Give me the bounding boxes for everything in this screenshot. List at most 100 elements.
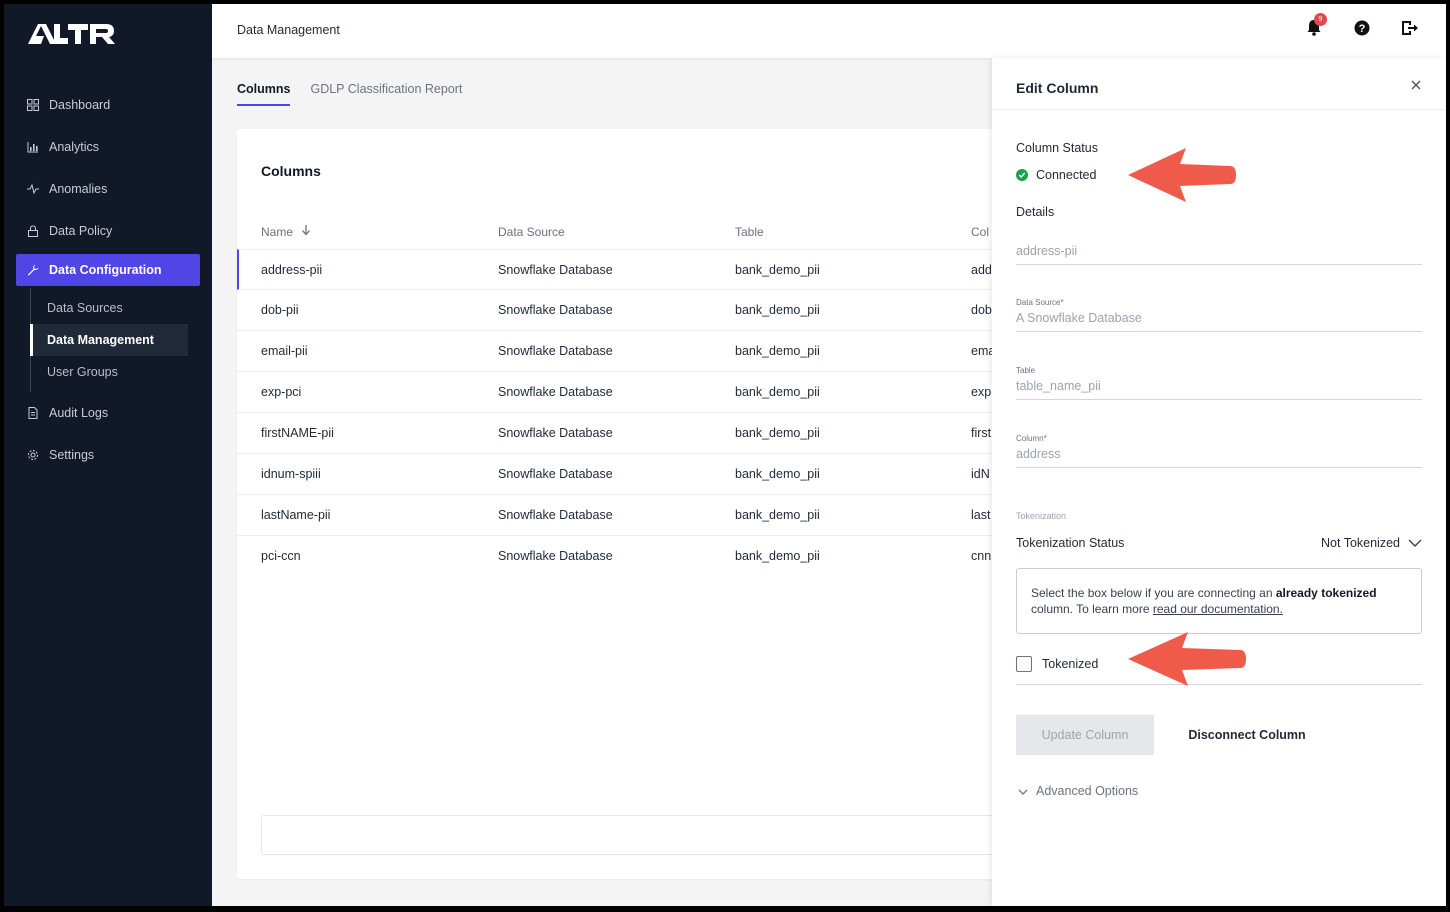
sidebar-item-label: Data Configuration [49,263,162,277]
cell-data-source: Snowflake Database [498,344,613,358]
cell-name: idnum-spiii [261,467,321,481]
cell-table: bank_demo_pii [735,508,820,522]
table-row[interactable]: address-pii Snowflake Database bank_demo… [237,249,1057,290]
documentation-link[interactable]: read our documentation. [1153,602,1283,616]
advanced-options-label: Advanced Options [1036,784,1139,798]
cell-table: bank_demo_pii [735,549,820,563]
sidebar-item-dashboard[interactable]: Dashboard [4,84,212,126]
sidebar-item-label: Analytics [49,140,100,154]
table-row[interactable]: email-pii Snowflake Database bank_demo_p… [237,331,1057,372]
column-header-table[interactable]: Table [735,225,764,239]
gear-icon [26,448,40,462]
close-icon [1411,77,1421,95]
cell-data-source: Snowflake Database [498,385,613,399]
cell-table: bank_demo_pii [735,385,820,399]
disconnect-column-button[interactable]: Disconnect Column [1172,715,1322,755]
cell-data-source: Snowflake Database [498,508,613,522]
table-row[interactable]: lastName-pii Snowflake Database bank_dem… [237,495,1057,536]
page-title: Data Management [237,23,340,37]
table-input[interactable] [1016,376,1422,399]
sidebar-item-data-policy[interactable]: Data Policy [4,210,212,252]
sidebar-item-analytics[interactable]: Analytics [4,126,212,168]
column-header-name[interactable]: Name [261,225,311,239]
logout-icon [1401,20,1419,41]
column-field[interactable]: Column* [1016,434,1422,468]
sidebar-subitem-data-sources[interactable]: Data Sources [31,292,189,324]
cell-name: exp-pci [261,385,302,399]
table-row[interactable]: firstNAME-pii Snowflake Database bank_de… [237,413,1057,454]
help-button[interactable]: ? [1352,20,1372,40]
cell-name: address-pii [261,263,323,277]
column-input[interactable] [1016,444,1422,467]
tab-gdlp-classification-report[interactable]: GDLP Classification Report [310,82,462,106]
tokenization-status-row: Tokenization Status Not Tokenized [1016,536,1422,550]
cell-data-source: Snowflake Database [498,467,613,481]
tokenized-checkbox[interactable] [1016,656,1032,672]
column-header-column[interactable]: Col [971,225,989,239]
sidebar-item-label: Audit Logs [49,406,109,420]
tokenized-label: Tokenized [1042,657,1099,671]
cell-table: bank_demo_pii [735,426,820,440]
tokenization-status-dropdown[interactable]: Not Tokenized [1321,536,1422,550]
sidebar-subitem-data-management[interactable]: Data Management [30,324,188,356]
lock-icon [26,224,40,238]
info-text: column. To learn more [1031,602,1153,616]
grid-icon [26,98,40,112]
sidebar-item-label: Data Policy [49,224,113,238]
cell-name: dob-pii [261,303,299,317]
sidebar-item-anomalies[interactable]: Anomalies [4,168,212,210]
sidebar-item-data-configuration[interactable]: Data Configuration [16,254,200,286]
altr-logo[interactable] [28,22,116,48]
sidebar-nav: Dashboard Analytics Anomalies Data Polic… [4,84,212,476]
info-emphasis: already tokenized [1275,586,1377,600]
help-icon: ? [1354,20,1370,41]
cell-column: last [971,508,991,522]
cell-column: idN [971,467,990,481]
logout-button[interactable] [1400,20,1420,40]
sidebar-submenu: Data Sources Data Management User Groups [30,288,212,392]
data-source-field[interactable]: Data Source* [1016,298,1422,332]
sidebar-subitem-label: User Groups [47,365,118,379]
chevron-down-icon [1408,536,1422,550]
panel-title: Edit Column [1016,80,1099,96]
cell-data-source: Snowflake Database [498,426,613,440]
table-field[interactable]: Table [1016,366,1422,400]
column-status-label: Column Status [1016,141,1098,155]
advanced-options-toggle[interactable]: Advanced Options [1018,784,1138,798]
close-button[interactable] [1408,78,1424,94]
cell-column: add [971,263,992,277]
notifications-button[interactable]: 9 [1304,13,1327,40]
pulse-icon [26,182,40,196]
tokenization-info-box: Select the box below if you are connecti… [1016,568,1422,634]
cell-column: exp [971,385,992,399]
table-footer [261,815,1041,855]
column-header-data-source[interactable]: Data Source [498,225,565,239]
cell-column: first [971,426,992,440]
table-row[interactable]: exp-pci Snowflake Database bank_demo_pii… [237,372,1057,413]
cell-name: firstNAME-pii [261,426,334,440]
svg-text:?: ? [1359,23,1366,35]
name-field[interactable] [1016,241,1422,265]
app-frame: Dashboard Analytics Anomalies Data Polic… [4,4,1446,906]
cell-table: bank_demo_pii [735,303,820,317]
tokenization-status-value: Not Tokenized [1321,536,1400,550]
sidebar-subitem-user-groups[interactable]: User Groups [31,356,189,388]
cell-table: bank_demo_pii [735,263,820,277]
sidebar-item-settings[interactable]: Settings [4,434,212,476]
name-input[interactable] [1016,241,1422,264]
panel-header: Edit Column [992,58,1446,110]
details-label: Details [1016,205,1055,219]
sidebar-item-audit-logs[interactable]: Audit Logs [4,392,212,434]
info-text: Select the box below if you are connecti… [1031,586,1276,600]
annotation-arrow-status [1128,148,1236,202]
columns-card: Columns Name Data Source Table Col addre… [237,129,1057,879]
tab-columns[interactable]: Columns [237,82,291,106]
table-row[interactable]: dob-pii Snowflake Database bank_demo_pii… [237,290,1057,331]
notification-badge: 9 [1314,13,1327,26]
data-source-input[interactable] [1016,308,1422,331]
table-body: address-pii Snowflake Database bank_demo… [237,249,1057,577]
sort-arrow-down-icon[interactable] [301,225,311,239]
table-row[interactable]: pci-ccn Snowflake Database bank_demo_pii… [237,536,1057,577]
table-row[interactable]: idnum-spiii Snowflake Database bank_demo… [237,454,1057,495]
update-column-button[interactable]: Update Column [1016,715,1154,755]
